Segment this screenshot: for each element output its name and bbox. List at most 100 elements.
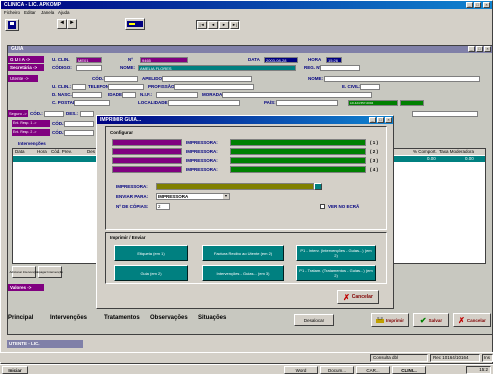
tab-situacoes[interactable]: Situações [198,315,226,321]
dialog-cancelar-button[interactable]: ✗ Cancelar [337,290,379,304]
imprimir-button[interactable]: Imprimir [371,313,409,327]
app-maximize-button[interactable]: □ [474,2,481,8]
pais-extra-field[interactable] [400,100,424,106]
ent1-label-bar[interactable]: Ent. Resp. 1 -> [12,120,50,127]
col-hora[interactable]: Hora [37,149,47,154]
p1-interv-button[interactable]: P1 - Interv. (Intervenções - Guias...) (… [296,245,376,261]
col-data[interactable]: Data [15,149,25,154]
data-label: DATA [248,57,260,62]
printer-4-left[interactable] [112,166,182,173]
enviar-select[interactable]: IMPRESSORA ▼ [156,193,230,200]
col-comport[interactable]: % Comport. [413,149,437,154]
profissao-field[interactable] [174,84,254,90]
localidade-field[interactable] [168,100,240,106]
hora-field[interactable]: 15:26 [326,57,342,63]
apelido-field[interactable] [162,76,252,82]
tab-intervencoes[interactable]: Intervenções [50,315,87,321]
guia-maximize-button[interactable]: □ [476,46,483,52]
menu-janela[interactable]: Janela [41,10,54,15]
p1-tratam-button[interactable]: P1 - Tratam. (Tratamentos - Guias...) (e… [296,265,376,281]
taskbar-docum[interactable]: Docum... [320,366,354,374]
valores-label-bar[interactable]: Valores -> [8,284,44,291]
u-clin-field[interactable]: ME01 [76,57,102,63]
tab-principal[interactable]: Principal [8,315,33,321]
data-field[interactable]: 2003-08-28 [264,57,298,63]
bnasc-field[interactable] [72,92,102,98]
nif-field[interactable] [156,92,198,98]
printer-3-field[interactable] [230,157,366,164]
nav-last-button[interactable]: ►| [230,21,239,29]
factura-recibo-button[interactable]: Factura Recibo ao Utente (em 2) [202,245,284,261]
copias-stepper[interactable]: 2 [156,203,170,210]
guia-close-button[interactable]: × [484,46,491,52]
adicionar-intervencao-button[interactable]: Adicionar Intervenção [9,266,39,278]
reg-field[interactable] [320,65,360,71]
telefone-field[interactable] [108,84,144,90]
menu-ficheiro[interactable]: Ficheiro [4,10,20,15]
printer-2-field[interactable] [230,148,366,155]
start-button[interactable]: Iniciar [2,366,28,374]
morada-field[interactable] [222,92,372,98]
ent2-cod-field[interactable] [64,130,94,136]
codigo-field[interactable] [76,65,102,71]
salvar-button[interactable]: ✔ Salvar [413,313,449,327]
nav-prev-button[interactable]: ◄ [208,21,218,29]
pais-code-field[interactable]: LD.424.557-0004 [348,100,398,106]
nome2-field[interactable] [324,76,480,82]
toolbar-save-button[interactable] [5,19,19,31]
printer-4-field[interactable] [230,166,366,173]
seguro-label-bar[interactable]: Seguro -> [8,110,28,117]
nav-first-button[interactable]: |◄ [197,21,207,29]
printer-2-left[interactable] [112,148,182,155]
desalocar-button[interactable]: Desalocar [294,314,334,326]
ecivil-field[interactable] [360,84,380,90]
ent2-label: Ent. Resp. 2 -> [13,130,37,134]
impressora-browse-button[interactable] [314,183,322,190]
col-cod-prev[interactable]: Cód. Prev. [51,149,72,154]
menu-ajuda[interactable]: Ajuda [58,10,70,15]
col-des[interactable]: Des [87,149,95,154]
n-field[interactable]: 9465 [140,57,188,63]
cpostal-field[interactable] [74,100,110,106]
seguro-right-field[interactable] [412,111,478,117]
ver-checkbox[interactable] [320,204,325,209]
app-close-button[interactable]: × [483,2,490,8]
cod3-field[interactable] [44,111,64,117]
toolbar-app-button[interactable] [125,18,145,30]
guia-minimize-button[interactable]: _ [468,46,475,52]
printer-1-left[interactable] [112,139,182,146]
idade-field[interactable] [122,92,136,98]
dialog-close-button[interactable]: × [385,117,392,123]
ent2-label-bar[interactable]: Ent. Resp. 2 -> [12,129,50,136]
col-taxa[interactable]: Taxa Moderadora [439,149,474,154]
dialog-maximize-button[interactable]: □ [377,117,384,123]
impressora-field[interactable] [156,183,314,190]
pais-field[interactable] [276,100,338,106]
ent1-cod-field[interactable] [64,121,94,127]
apagar-intervencao-button[interactable]: Apagar Intervenção [37,266,63,278]
tab-observacoes[interactable]: Observações [150,315,188,321]
cancelar-button[interactable]: ✗ Cancelar [453,313,491,327]
utente-minimized-window[interactable]: UTENTE - LIC. [7,340,83,348]
taskbar-clinica[interactable]: CLINI... [392,366,426,374]
apelido-label: APELIDO: [142,76,164,81]
printer-3-left[interactable] [112,157,182,164]
guia-button[interactable]: Guia (em 2) [114,265,188,281]
des-field[interactable] [80,111,94,117]
menu-editar[interactable]: Editar [24,10,36,15]
printer-1-field[interactable] [230,139,366,146]
taskbar-car[interactable]: CAR... [356,366,390,374]
utente-label-bar[interactable]: Utente -> [8,75,38,82]
toolbar-next-button[interactable]: ► [67,19,77,29]
intervencoes-guias-button[interactable]: Intervenções - Guias... (em 3) [202,265,284,281]
nome-field[interactable]: AMELIA FLORES [138,65,296,71]
tab-tratamentos[interactable]: Tratamentos [104,315,140,321]
cod-field[interactable] [104,76,138,82]
toolbar-prev-button[interactable]: ◄ [57,19,67,29]
app-minimize-button[interactable]: _ [466,2,473,8]
etiqueta-button[interactable]: Etiqueta (em 1) [114,245,188,261]
uclin2-field[interactable] [72,84,86,90]
dialog-minimize-button[interactable]: _ [369,117,376,123]
nav-next-button[interactable]: ► [219,21,229,29]
taskbar-word[interactable]: Word [284,366,318,374]
